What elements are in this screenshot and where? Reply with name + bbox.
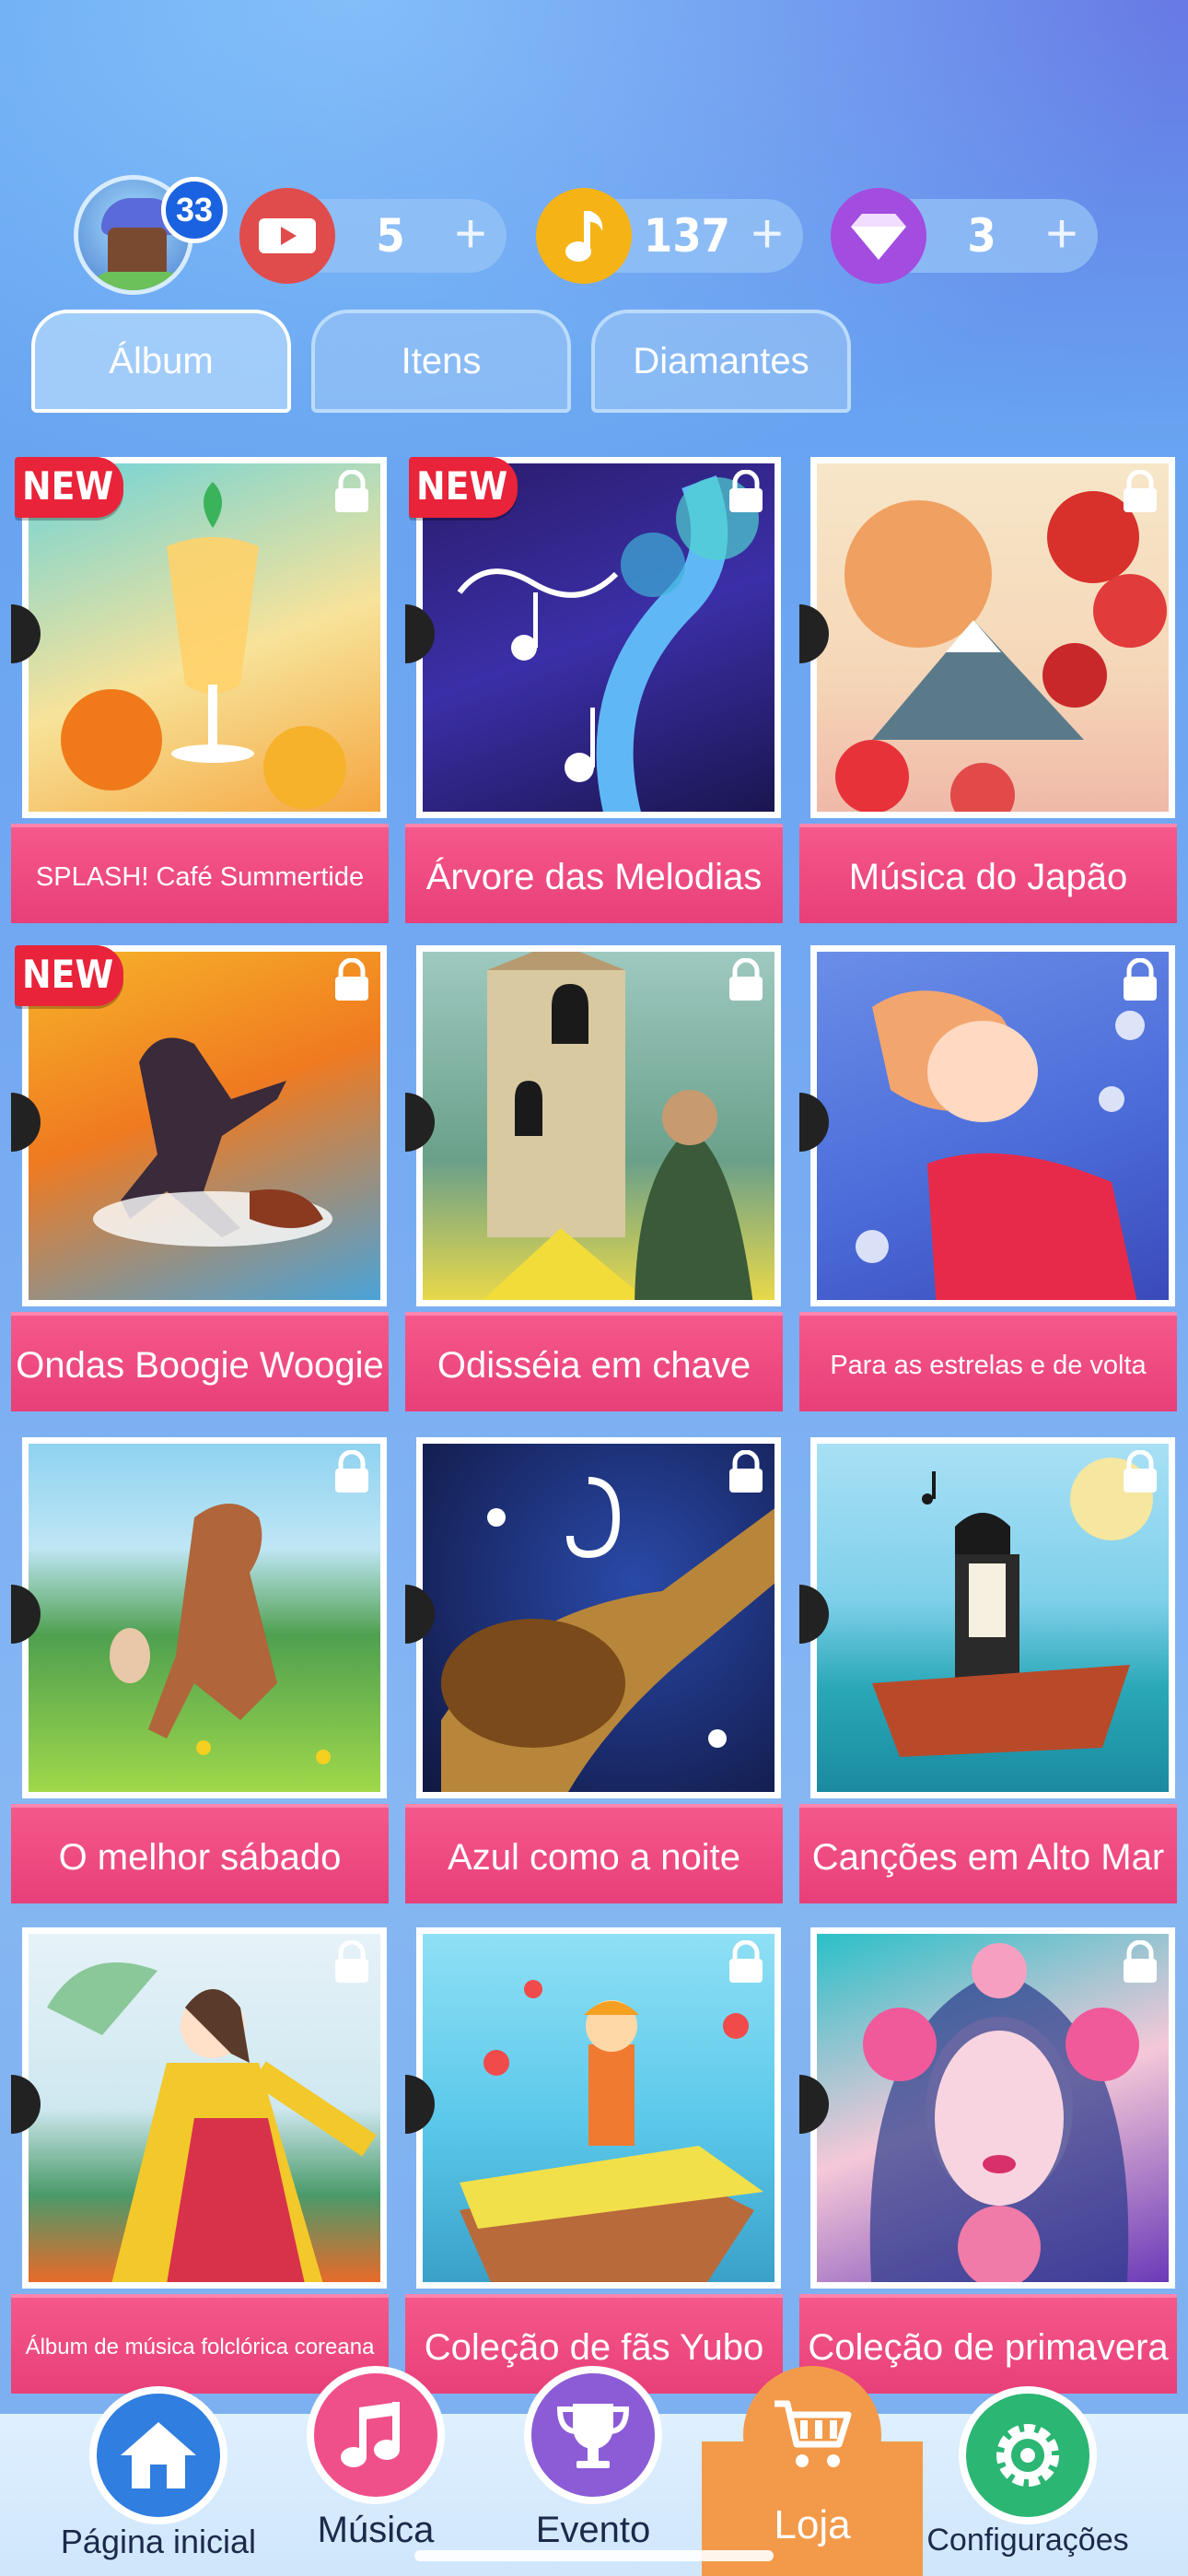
album-card[interactable]: NEW SPLASH! Café Summertide: [11, 457, 389, 929]
nav-settings-label: Configurações: [926, 2523, 1129, 2558]
album-card[interactable]: Coleção de fãs Yubo: [405, 1927, 783, 2399]
diamonds-plus-button[interactable]: +: [1039, 199, 1085, 273]
nav-home[interactable]: Página inicial: [48, 2386, 269, 2576]
home-indicator[interactable]: [414, 2550, 774, 2561]
nav-event-label: Evento: [535, 2510, 651, 2550]
lock-icon: [729, 958, 763, 1001]
lock-icon: [729, 1940, 763, 1983]
cart-icon: [743, 2366, 881, 2504]
tickets-counter[interactable]: 5 +: [239, 188, 507, 284]
level-badge: 33: [161, 177, 227, 243]
gear-icon: [959, 2386, 1097, 2524]
album-card[interactable]: NEW Árvore das Melodias: [405, 457, 783, 929]
lock-icon: [335, 958, 368, 1001]
lock-icon: [729, 1450, 763, 1493]
lock-icon: [1124, 1450, 1157, 1493]
album-card[interactable]: Álbum de música folclórica coreana: [11, 1927, 389, 2399]
album-card[interactable]: Para as estrelas e de volta: [799, 945, 1177, 1417]
music-note-icon: [307, 2366, 445, 2504]
album-card[interactable]: Canções em Alto Mar: [799, 1437, 1177, 1909]
lock-icon: [335, 470, 368, 512]
nav-home-label: Página inicial: [60, 2523, 257, 2560]
tickets-plus-button[interactable]: +: [448, 199, 494, 273]
lock-icon: [729, 470, 763, 512]
album-title: Azul como a noite: [405, 1804, 783, 1903]
music-note-coin-icon: [536, 188, 632, 284]
album-title: Ondas Boogie Woogie: [11, 1312, 389, 1411]
ticket-icon: [239, 188, 335, 284]
nav-music-label: Música: [317, 2510, 435, 2550]
album-title: Coleção de primavera: [799, 2294, 1177, 2394]
lock-icon: [335, 1450, 368, 1493]
new-badge: NEW: [409, 457, 518, 518]
nav-settings[interactable]: Configurações: [917, 2386, 1138, 2576]
new-badge: NEW: [15, 945, 123, 1006]
album-card[interactable]: Coleção de primavera: [799, 1927, 1177, 2399]
album-title: SPLASH! Café Summertide: [11, 824, 389, 923]
album-card[interactable]: Azul como a noite: [405, 1437, 783, 1909]
notes-plus-button[interactable]: +: [744, 199, 790, 273]
tab-itens[interactable]: Itens: [311, 310, 571, 413]
album-title: Canções em Alto Mar: [799, 1804, 1177, 1903]
album-title: Árvore das Melodias: [405, 824, 783, 923]
tab-diamantes[interactable]: Diamantes: [591, 310, 851, 413]
album-card[interactable]: O melhor sábado: [11, 1437, 389, 1909]
lock-icon: [335, 1940, 368, 1983]
album-card[interactable]: NEW Ondas Boogie Woogie: [11, 945, 389, 1417]
album-title: O melhor sábado: [11, 1804, 389, 1903]
shop-tabs: Álbum Itens Diamantes: [0, 310, 1188, 413]
nav-shop-label: Loja: [774, 2502, 851, 2547]
album-card[interactable]: Música do Japão: [799, 457, 1177, 929]
album-title: Odisséia em chave: [405, 1312, 783, 1411]
status-bar: 33 5 + 137 + 3 +: [0, 166, 1188, 313]
notes-counter[interactable]: 137 +: [536, 188, 803, 284]
diamond-icon: [831, 188, 926, 284]
lock-icon: [1124, 958, 1157, 1001]
album-title: Para as estrelas e de volta: [799, 1312, 1177, 1411]
lock-icon: [1124, 470, 1157, 512]
notes-value: 137: [644, 209, 730, 263]
tickets-value: 5: [376, 209, 405, 263]
trophy-icon: [524, 2366, 662, 2504]
tab-album[interactable]: Álbum: [31, 310, 291, 413]
album-title: Álbum de música folclórica coreana: [11, 2294, 389, 2394]
lock-icon: [1124, 1940, 1157, 1983]
diamonds-counter[interactable]: 3 +: [831, 188, 1098, 284]
home-icon: [89, 2386, 227, 2524]
new-badge: NEW: [15, 457, 123, 518]
album-title: Música do Japão: [799, 824, 1177, 923]
diamonds-value: 3: [967, 209, 996, 263]
album-card[interactable]: Odisséia em chave: [405, 945, 783, 1417]
